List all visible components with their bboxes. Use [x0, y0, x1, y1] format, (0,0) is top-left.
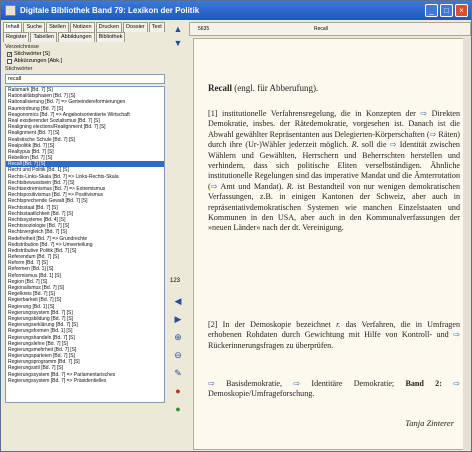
article-author: Tanja Zinterer: [405, 418, 454, 428]
vertical-scrollbar[interactable]: [463, 38, 471, 450]
text-segment: Identitäre Demokratie;: [300, 379, 406, 388]
search-label: Stichwörter: [5, 66, 33, 72]
text-segment: [2] In der Demoskopie bezeichnet: [208, 320, 337, 329]
tab-abbildungen[interactable]: Abbildungen: [57, 32, 95, 42]
crossref-arrow-icon[interactable]: ⇨: [208, 379, 215, 388]
band-label: Band 2:: [405, 379, 442, 388]
article-paragraph-1: [1] institutionelle Verfahrensregelung, …: [208, 109, 460, 234]
text-segment: Amt und Mandat).: [217, 181, 287, 191]
list-item[interactable]: Regierungssystem [Bd. 7] => Präsidentiel…: [6, 378, 164, 384]
tab-register[interactable]: Register: [3, 32, 30, 42]
abbrev-text: R.: [351, 140, 359, 150]
text-panel: 5635 Recall Recall (engl. für Abberufung…: [189, 22, 471, 451]
text-segment: Demoskopie/Umfrageforschung.: [208, 389, 315, 399]
tab-suche[interactable]: Suche: [23, 22, 46, 32]
app-window: Digitale Bibliothek Band 79: Lexikon der…: [0, 0, 472, 452]
filter-option-1: Stichwörter [S]: [14, 51, 50, 57]
tab-tabellen[interactable]: Tabellen: [30, 32, 57, 42]
crossref-arrow-icon[interactable]: ⇨: [453, 379, 460, 388]
article-page: Recall (engl. für Abberufung). [1] insti…: [193, 38, 467, 450]
checkbox-checked-icon[interactable]: ✓: [7, 51, 12, 57]
scroll-down-icon[interactable]: ▼: [173, 38, 183, 48]
see-also: ⇨ Basisdemokratie, ⇨ Identitäre Demokrat…: [208, 379, 460, 400]
crossref-arrow-icon[interactable]: ⇨: [390, 140, 397, 149]
filter-option-2: Abkürzungen [Abk.]: [14, 58, 63, 64]
scroll-up-icon[interactable]: ▲: [173, 24, 183, 34]
text-segment: [442, 379, 453, 388]
tab-dossier[interactable]: Dossier: [123, 22, 148, 32]
filter-label: Verzeichnisse: [5, 44, 39, 50]
search-input[interactable]: recall: [5, 74, 165, 84]
ruler-title: Recall: [314, 26, 328, 32]
tab-stellen[interactable]: Stellen: [46, 22, 69, 32]
tab-inhalt[interactable]: Inhalt: [3, 22, 23, 32]
window-title: Digitale Bibliothek Band 79: Lexikon der…: [20, 6, 200, 15]
marker-green-icon[interactable]: ●: [173, 404, 183, 414]
ruler: 5635 Recall: [189, 22, 471, 36]
text-segment: soll die: [358, 140, 390, 150]
crossref-arrow-icon[interactable]: ⇨: [453, 330, 460, 339]
tab-text[interactable]: Text: [148, 22, 165, 32]
filter-stichwoerter[interactable]: ✓ Stichwörter [S]: [7, 51, 167, 57]
side-toolbar: ▲ ▼ 123 ◀ ▶ ⊕ ⊖ ✎ ● ●: [169, 22, 187, 448]
zoom-in-icon[interactable]: ⊕: [173, 332, 183, 342]
text-segment: Basisdemokratie,: [214, 379, 294, 388]
filter-abkuerzungen[interactable]: Abkürzungen [Abk.]: [7, 58, 167, 64]
arrow-right-icon[interactable]: ▶: [173, 314, 183, 324]
crossref-arrow-icon[interactable]: ⇨: [211, 182, 218, 191]
maximize-button[interactable]: □: [440, 4, 453, 17]
tab-bibliothek[interactable]: Bibliothek: [95, 32, 126, 42]
title-bar[interactable]: Digitale Bibliothek Band 79: Lexikon der…: [1, 1, 471, 20]
article-heading: Recall (engl. für Abberufung).: [208, 83, 318, 93]
checkbox-unchecked-icon[interactable]: [7, 58, 12, 64]
window-controls: _ □ ×: [425, 4, 468, 17]
tab-bar: Inhalt Suche Stellen Notizen Drucken Dossier T…: [3, 22, 167, 42]
abbrev-text: R.: [286, 181, 294, 191]
page-number: 123: [170, 278, 181, 284]
pen-icon[interactable]: ✎: [173, 368, 183, 378]
keyword-list[interactable]: Ratsmark [Bd. 7] [S] Rationalitätsphasen …: [5, 86, 165, 403]
tab-notizen[interactable]: Notizen: [69, 22, 95, 32]
marker-red-icon[interactable]: ●: [173, 386, 183, 396]
close-button[interactable]: ×: [455, 4, 468, 17]
app-icon: [5, 5, 16, 16]
text-segment: Rückerinnerungsfragen zu überprüfen.: [208, 340, 334, 350]
article-paragraph-2: [2] In der Demoskopie bezeichnet r. das …: [208, 320, 460, 351]
zoom-out-icon[interactable]: ⊖: [173, 350, 183, 360]
ruler-position: 5635: [198, 26, 210, 32]
minimize-button[interactable]: _: [425, 4, 438, 17]
headword: Recall: [208, 83, 232, 93]
tab-drucken[interactable]: Drucken: [95, 22, 123, 32]
headword-gloss: (engl. für Abberufung).: [232, 83, 319, 93]
arrow-left-icon[interactable]: ◀: [173, 296, 183, 306]
text-segment: [1] institutionelle Verfahrensregelung, …: [208, 109, 421, 118]
navigation-panel: Inhalt Suche Stellen Notizen Drucken Dossier T…: [3, 22, 167, 448]
